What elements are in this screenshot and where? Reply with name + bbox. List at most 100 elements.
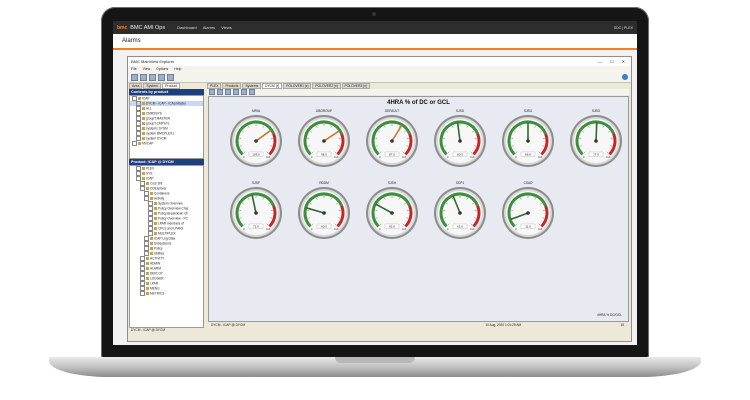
folder-icon [146,282,149,285]
menu-options[interactable]: Options [156,67,168,71]
globe-icon[interactable] [622,74,628,80]
tab-area[interactable]: Area [129,83,143,89]
tree-item-label: ICAP Log Data [154,236,176,241]
gauge-max: 110 [538,155,543,159]
tree-item-label: CPCs and LPARs [158,226,184,231]
expand-icon[interactable] [140,291,145,296]
folder-icon [146,272,149,275]
tree-item-label: System Overview [158,201,183,206]
tree-item-label: Policy Overview Char [158,206,189,211]
gauge-hub [458,211,462,215]
gauge[interactable]: SCP1 0 110 63.0 [431,181,489,243]
folder-icon [154,227,157,230]
tree-item-label: Policy [154,246,163,251]
status-count: 15 [620,323,624,327]
view-tab[interactable]: POLOVER2 [x] [312,83,341,89]
gauge-value: 66.6 [525,153,531,157]
nav-views[interactable]: Views [221,25,232,30]
home-icon[interactable] [158,73,165,81]
folder-icon [142,172,145,175]
menu-view[interactable]: View [143,67,151,71]
gauge-hub [594,139,598,143]
gauge-value: 82.0 [389,225,395,229]
gauge-dial: 0 110103.0 [230,115,282,167]
gauge-dial: 0 11071.0 [230,187,282,239]
gauge[interactable]: MRIA 0 110 103.0 [227,109,285,171]
tree-item[interactable]: MVCAP [130,141,203,146]
expand-icon[interactable] [132,141,137,146]
tree-item-label: SYS [146,171,153,176]
folder-icon [146,187,149,190]
gauge-max: 110 [334,227,339,231]
gauge-dial: 0 11087.0 [366,115,418,167]
toolbar [128,72,631,83]
refresh-icon[interactable] [149,73,156,81]
window-title-bar: BMC MainView Explorer — ☐ ✕ [128,57,631,66]
gauge[interactable]: SJSF 0 110 71.0 [227,181,285,243]
gauge-dial: 0 11077.0 [570,115,622,167]
folder-icon [150,242,153,245]
tree-item-label: ACTIVITY [150,256,165,261]
close-icon[interactable]: ✕ [622,59,625,64]
tree-item[interactable]: METRICS [130,291,203,296]
gauge[interactable]: SJSG 0 110 66.6 [499,109,557,171]
gauge-hub [390,211,394,215]
bmc-logo[interactable]: bmc [117,25,127,31]
gauge-dial: 0 11011.0 [502,187,554,239]
folder-icon [154,232,157,235]
gauge-hub [526,139,530,143]
gauge[interactable]: RDDM 0 110 60.0 [295,181,353,243]
folder-icon [142,117,145,120]
minimize-icon[interactable]: — [598,59,602,64]
maximize-icon[interactable]: ☐ [610,59,614,64]
view-chart-icon[interactable] [241,89,247,95]
gauge[interactable]: DEFAULT 0 110 87.0 [363,109,421,171]
contents-tree: ICAP DYCM - ICAP - ICAp Master ALL CMRSSYS g… [129,95,204,159]
tree-item-label: LPAR members of [158,221,184,226]
view-tab[interactable]: POLOVER3 [x] [341,83,370,89]
nav-dashboard[interactable]: Dashboard [177,25,197,30]
gauge-value: 60.5 [457,153,463,157]
right-pane: PLEX Products Systems DYCM [x] POLOVER1 [x] P… [207,83,629,332]
view-refresh-icon[interactable] [209,89,215,95]
gauge[interactable]: CSAD 0 110 11.0 [499,181,557,243]
gauge-dial: 0 11060.0 [298,187,350,239]
user-menu[interactable]: SDC | PLEX [614,26,633,30]
view-status-bar: DYCM - ICAP @ DYCM 10 Aug, 2020 1:01:25 … [208,322,628,328]
gauge-value: 98.0 [321,153,327,157]
back-icon[interactable] [131,73,138,81]
view-table-icon[interactable] [249,89,255,95]
dashboard-title: 4HRA % of DC or GCL [387,100,450,106]
tree-item-label: Policy Breakdown Ch [158,211,189,216]
tab-system[interactable]: System [143,83,162,89]
tree-item-label: MULTIPLEX [158,231,176,236]
folder-icon [150,192,153,195]
tree-item-label: groupT.CMPSYL [146,121,170,126]
view-sort-icon[interactable] [233,89,239,95]
gauge-dial: 0 11063.0 [434,187,486,239]
print-icon[interactable] [167,73,174,81]
left-status: DYCM - ICAP @ DYCM [129,328,204,333]
camera-icon [372,12,376,16]
view-tab[interactable]: POLOVER1 [x] [283,83,312,89]
tree-item-label: PLEX [146,166,155,171]
folder-icon [154,222,157,225]
view-settings-icon[interactable] [217,89,223,95]
gauge-hub [526,211,530,215]
gauge[interactable]: SJSO 0 110 77.0 [567,109,625,171]
view-filter-icon[interactable] [225,89,231,95]
menu-file[interactable]: File [131,67,137,71]
folder-icon [150,197,153,200]
tree-item-label: systems SYSM [146,126,168,131]
gauge[interactable]: SJSH 0 110 82.0 [363,181,421,243]
gauge[interactable]: SJSD 0 110 60.5 [431,109,489,171]
tab-product[interactable]: Product [162,83,181,89]
menu-help[interactable]: Help [174,67,181,71]
top-header: bmc BMC AMI Ops Dashboard Alarms Views S… [113,21,637,34]
folder-icon [142,177,145,180]
gauge[interactable]: DBGROUP 0 110 98.0 [295,109,353,171]
view-tab[interactable]: DYCM [x] [262,83,283,89]
gauge-dashboard: 4HRA % of DC or GCL 4HRA % DC/GCL MRIA 0 1… [208,96,629,322]
forward-icon[interactable] [140,73,147,81]
nav-alarms[interactable]: Alarms [203,25,215,30]
